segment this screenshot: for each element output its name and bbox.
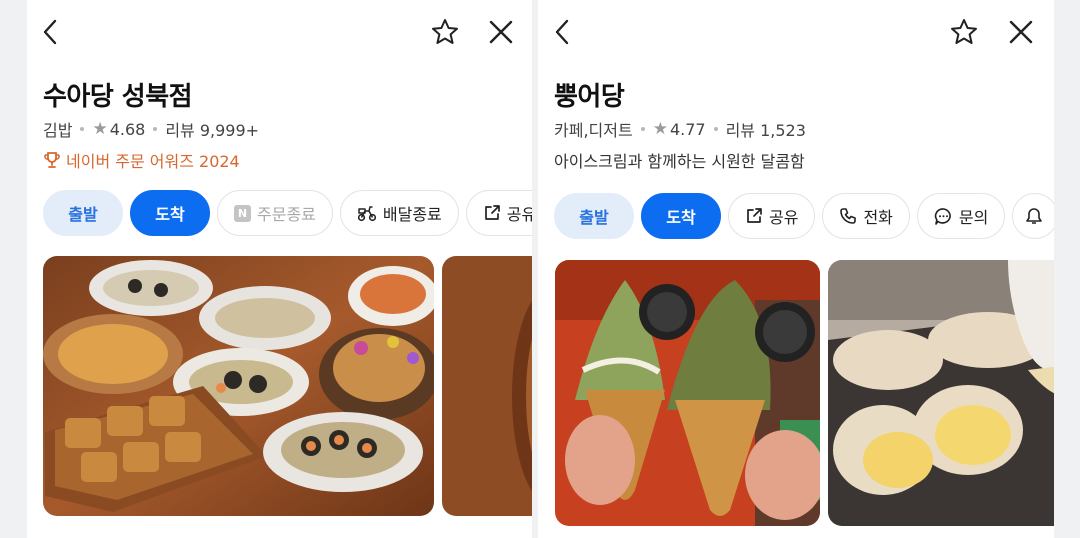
place-card-suadang: 수아당 성북점 김밥 ★ 4.68 리뷰 9,999+ 네이버 주문 어워즈 2… — [27, 0, 532, 538]
award-label: 네이버 주문 어워즈 2024 — [66, 152, 240, 171]
star-outline-icon[interactable] — [949, 17, 979, 47]
separator-dot — [80, 127, 85, 131]
place-category: 김밥 — [43, 121, 73, 140]
start-button[interactable]: 출발 — [43, 190, 123, 236]
share-button[interactable]: 공유 — [728, 193, 816, 239]
action-button-row: 출발 도착 공유 전화 문의 — [554, 193, 1054, 239]
bell-icon — [1026, 208, 1043, 224]
order-button[interactable]: N 주문종료 — [217, 190, 333, 236]
star-icon: ★ — [652, 119, 668, 139]
place-reviews[interactable]: 리뷰 1,523 — [726, 117, 806, 141]
close-icon[interactable] — [1008, 19, 1034, 45]
share-button[interactable]: 공유 — [465, 190, 532, 236]
place-meta: 카페,디저트 ★ 4.77 리뷰 1,523 — [554, 117, 806, 141]
place-meta: 김밥 ★ 4.68 리뷰 9,999+ — [43, 117, 259, 141]
call-button[interactable]: 전화 — [822, 193, 910, 239]
delivery-button[interactable]: 배달종료 — [339, 190, 459, 236]
taiyaki-grill-image — [828, 260, 1054, 526]
share-button-label: 공유 — [769, 208, 799, 227]
taiyaki-icecream-image — [555, 260, 820, 526]
dessert-photo-taiyaki-icecream[interactable] — [555, 260, 820, 526]
star-outline-icon[interactable] — [430, 17, 460, 47]
separator-dot — [640, 127, 645, 131]
arrive-button[interactable]: 도착 — [641, 193, 721, 239]
start-button[interactable]: 출발 — [554, 193, 634, 239]
place-rating: 4.68 — [109, 119, 146, 139]
inquiry-button[interactable]: 문의 — [916, 193, 1006, 239]
share-icon — [747, 208, 762, 223]
place-card-ppungeodang: 뿡어당 카페,디저트 ★ 4.77 리뷰 1,523 아이스크림과 함께하는 시… — [538, 0, 1054, 538]
place-category: 카페,디저트 — [554, 121, 633, 140]
place-rating: 4.77 — [669, 119, 706, 139]
separator-dot — [713, 127, 718, 131]
delivery-button-label: 배달종료 — [382, 205, 442, 224]
share-icon — [484, 205, 500, 220]
dessert-photo-grill[interactable] — [828, 260, 1054, 526]
close-icon[interactable] — [488, 19, 514, 45]
kimbap-platter-image — [43, 256, 434, 516]
scooter-icon — [357, 206, 376, 222]
place-reviews[interactable]: 리뷰 9,999+ — [165, 117, 259, 141]
notify-button[interactable] — [1012, 193, 1054, 239]
naver-badge-icon: N — [234, 204, 251, 222]
place-description: 아이스크림과 함께하는 시원한 달콤함 — [554, 152, 805, 171]
separator-dot — [153, 127, 158, 131]
chat-icon — [934, 207, 951, 225]
back-icon[interactable] — [41, 18, 59, 46]
arrive-button[interactable]: 도착 — [130, 190, 210, 236]
place-title: 뿡어당 — [554, 82, 625, 112]
trophy-icon — [44, 152, 60, 168]
order-button-label: 주문종료 — [257, 205, 316, 224]
action-button-row: 출발 도착 N 주문종료 배달종료 공유 — [43, 190, 532, 236]
phone-icon — [840, 208, 857, 224]
wooden-bowl-image — [442, 256, 532, 516]
food-photo-2[interactable] — [442, 256, 532, 516]
place-title: 수아당 성북점 — [43, 82, 193, 112]
inquiry-button-label: 문의 — [958, 208, 989, 227]
food-photo-kimbap[interactable] — [43, 256, 434, 516]
star-icon: ★ — [92, 119, 108, 139]
share-button-label: 공유 — [506, 205, 532, 224]
call-button-label: 전화 — [863, 208, 893, 227]
award-badge[interactable]: 네이버 주문 어워즈 2024 — [43, 148, 240, 172]
back-icon[interactable] — [553, 18, 571, 46]
